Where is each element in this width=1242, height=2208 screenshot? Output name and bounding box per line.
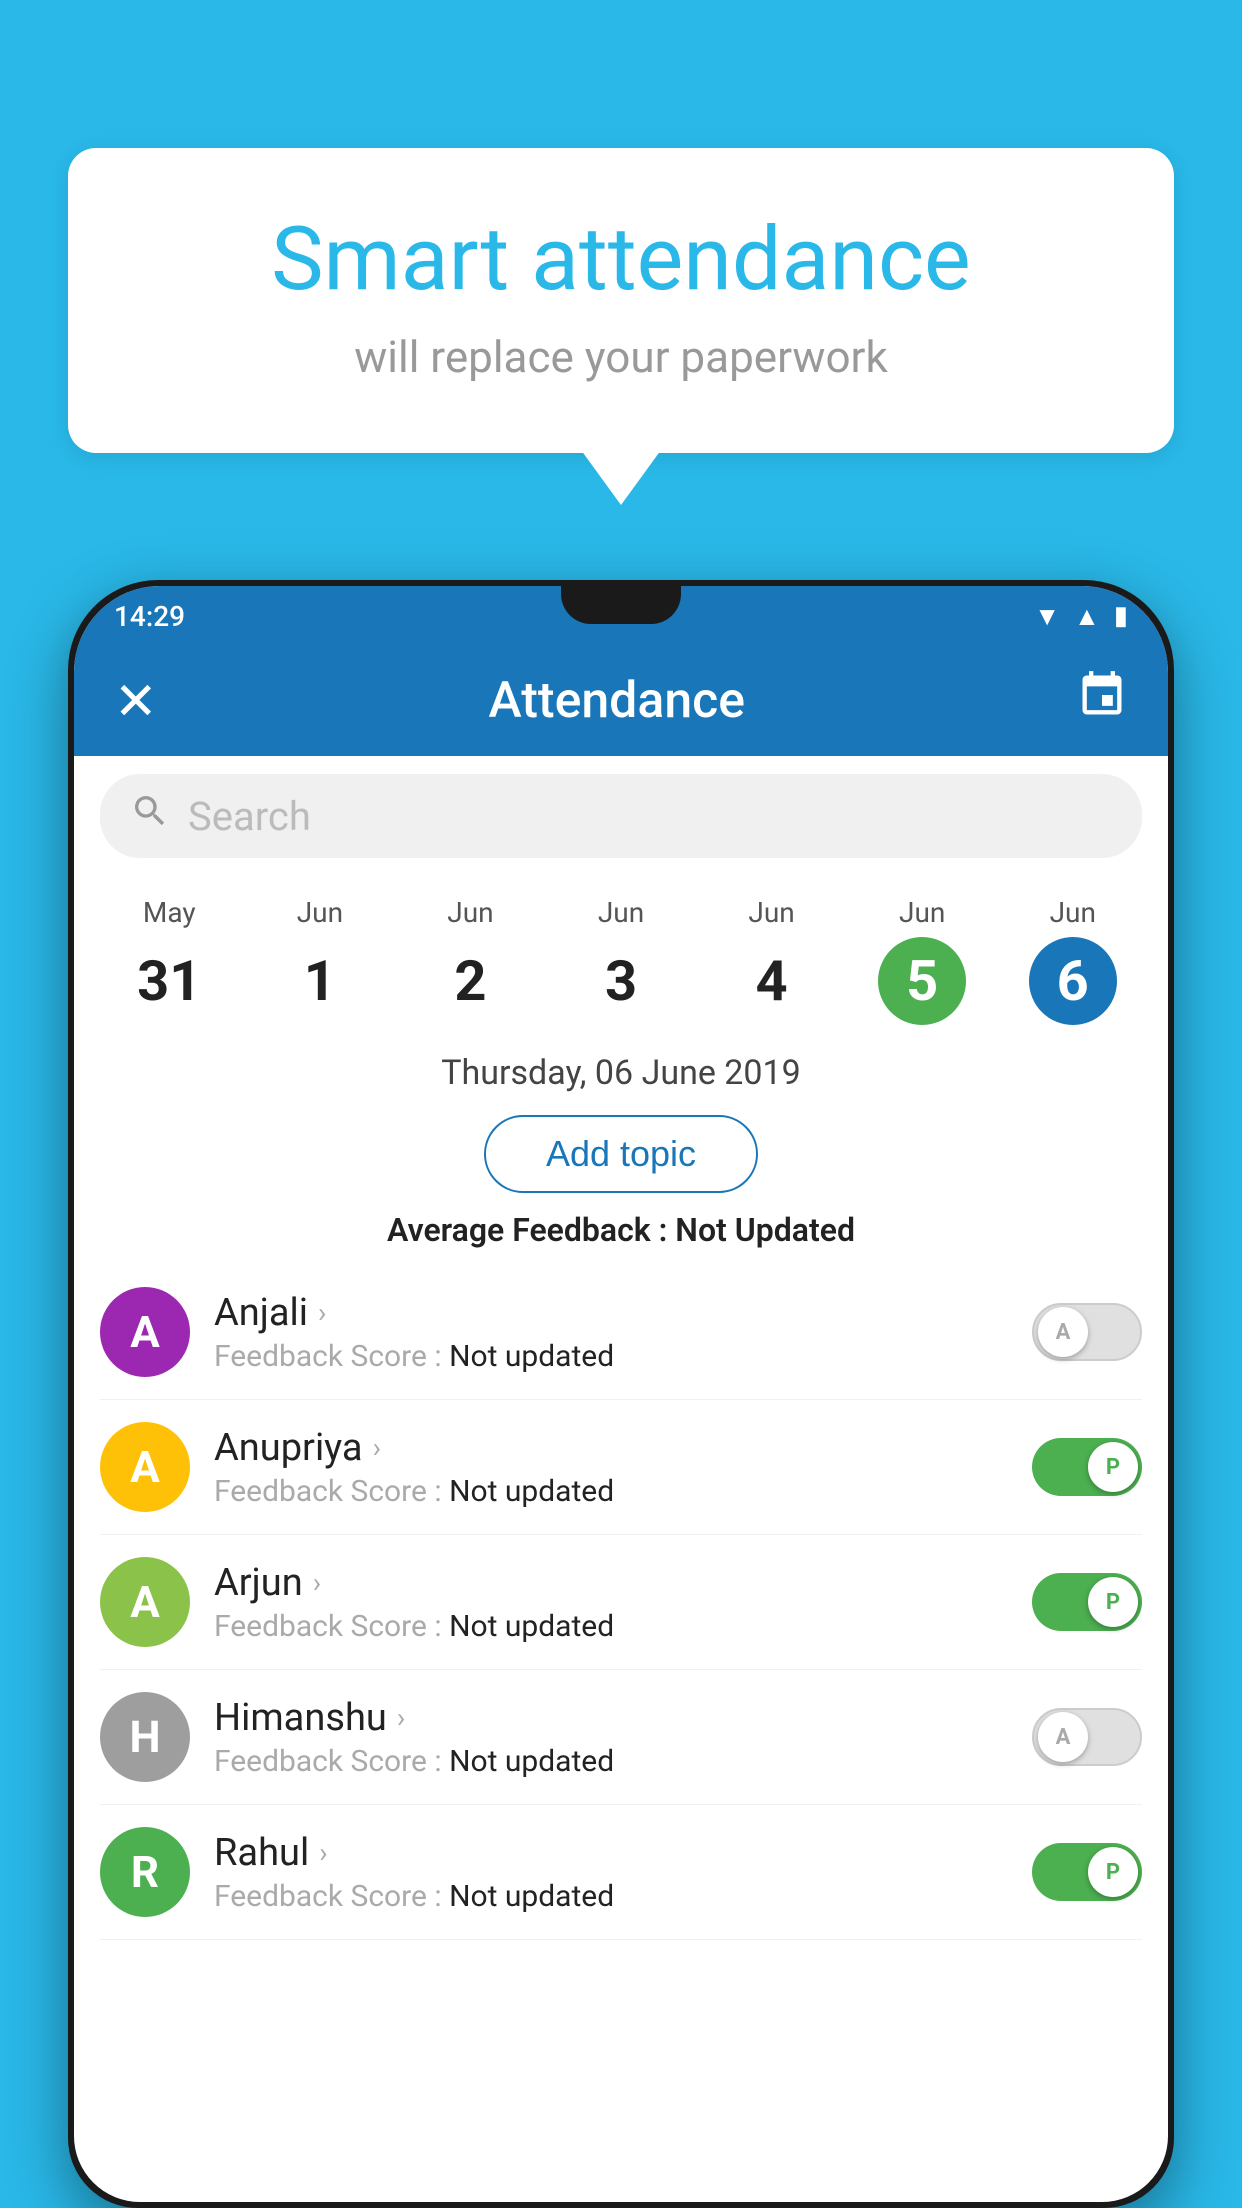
- toggle-knob-0: A: [1038, 1307, 1088, 1357]
- student-item-4[interactable]: R Rahul › Feedback Score : Not updated P: [100, 1805, 1142, 1940]
- calendar-day-2[interactable]: Jun 2: [395, 886, 546, 1035]
- student-feedback-4: Feedback Score : Not updated: [214, 1879, 1008, 1914]
- cal-month-1: Jun: [297, 896, 343, 929]
- student-avatar-2: A: [100, 1557, 190, 1647]
- bubble-title: Smart attendance: [148, 208, 1094, 311]
- bubble-subtitle: will replace your paperwork: [148, 331, 1094, 383]
- cal-month-5: Jun: [899, 896, 945, 929]
- student-feedback-3: Feedback Score : Not updated: [214, 1744, 1008, 1779]
- toggle-wrap-3[interactable]: A: [1032, 1708, 1142, 1766]
- toggle-wrap-0[interactable]: A: [1032, 1303, 1142, 1361]
- search-icon: [130, 791, 170, 841]
- student-chevron-0: ›: [318, 1296, 326, 1329]
- cal-month-3: Jun: [598, 896, 644, 929]
- student-info-0: Anjali › Feedback Score : Not updated: [190, 1291, 1032, 1374]
- student-feedback-1: Feedback Score : Not updated: [214, 1474, 1008, 1509]
- student-list: AAnjali ›Feedback Score : Not updatedAAA…: [74, 1265, 1168, 1940]
- calendar-strip: May 31 Jun 1 Jun 2 Jun 3 Jun 4 Jun 5 Jun 6: [74, 876, 1168, 1035]
- student-name-2: Arjun ›: [214, 1561, 1008, 1605]
- add-topic-container: Add topic: [74, 1103, 1168, 1207]
- toggle-knob-2: P: [1088, 1577, 1138, 1627]
- phone-inner: 14:29 ▼ ▲ ▮ ✕ Attendance S: [74, 586, 1168, 2202]
- calendar-day-0[interactable]: May 31: [94, 886, 245, 1035]
- toggle-knob-3: A: [1038, 1712, 1088, 1762]
- attendance-toggle-2[interactable]: P: [1032, 1573, 1142, 1631]
- student-info-1: Anupriya › Feedback Score : Not updated: [190, 1426, 1032, 1509]
- status-time: 14:29: [114, 600, 185, 633]
- phone-frame: 14:29 ▼ ▲ ▮ ✕ Attendance S: [68, 580, 1174, 2208]
- student-feedback-2: Feedback Score : Not updated: [214, 1609, 1008, 1644]
- close-button[interactable]: ✕: [114, 671, 158, 732]
- student-name-4: Rahul ›: [214, 1831, 1008, 1875]
- cal-date-2: 2: [426, 937, 514, 1025]
- student-chevron-4: ›: [319, 1836, 327, 1869]
- cal-date-5: 5: [878, 937, 966, 1025]
- search-bar[interactable]: Search: [100, 774, 1142, 858]
- student-item-1[interactable]: A Anupriya › Feedback Score : Not updated P: [100, 1400, 1142, 1535]
- feedback-value-3: Not updated: [449, 1744, 614, 1779]
- student-name-3: Himanshu ›: [214, 1696, 1008, 1740]
- wifi-icon: ▼: [1034, 601, 1060, 632]
- selected-date: Thursday, 06 June 2019: [74, 1035, 1168, 1103]
- avg-feedback: Average Feedback : Not Updated: [74, 1207, 1168, 1265]
- cal-date-4: 4: [728, 937, 816, 1025]
- status-icons: ▼ ▲ ▮: [1034, 601, 1128, 632]
- student-avatar-4: R: [100, 1827, 190, 1917]
- student-avatar-3: H: [100, 1692, 190, 1782]
- student-item-3[interactable]: H Himanshu › Feedback Score : Not updated A: [100, 1670, 1142, 1805]
- feedback-value-4: Not updated: [449, 1879, 614, 1914]
- student-feedback-0: Feedback Score : Not updated: [214, 1339, 1008, 1374]
- signal-icon: ▲: [1074, 601, 1100, 632]
- cal-date-1: 1: [276, 937, 364, 1025]
- app-bar-title: Attendance: [489, 672, 746, 730]
- attendance-toggle-1[interactable]: P: [1032, 1438, 1142, 1496]
- feedback-value-0: Not updated: [449, 1339, 614, 1374]
- student-name-0: Anjali ›: [214, 1291, 1008, 1335]
- calendar-day-4[interactable]: Jun 4: [696, 886, 847, 1035]
- cal-month-0: May: [143, 896, 196, 929]
- student-chevron-2: ›: [313, 1566, 321, 1599]
- toggle-knob-1: P: [1088, 1442, 1138, 1492]
- student-info-2: Arjun › Feedback Score : Not updated: [190, 1561, 1032, 1644]
- phone-notch: [561, 586, 681, 624]
- toggle-wrap-2[interactable]: P: [1032, 1573, 1142, 1631]
- status-bar: 14:29 ▼ ▲ ▮: [74, 586, 1168, 646]
- student-name-1: Anupriya ›: [214, 1426, 1008, 1470]
- toggle-knob-4: P: [1088, 1847, 1138, 1897]
- feedback-value-2: Not updated: [449, 1609, 614, 1644]
- avg-feedback-label: Average Feedback :: [387, 1211, 667, 1249]
- student-chevron-1: ›: [373, 1431, 381, 1464]
- attendance-toggle-4[interactable]: P: [1032, 1843, 1142, 1901]
- student-info-3: Himanshu › Feedback Score : Not updated: [190, 1696, 1032, 1779]
- attendance-toggle-3[interactable]: A: [1032, 1708, 1142, 1766]
- battery-icon: ▮: [1114, 601, 1128, 631]
- speech-bubble-container: Smart attendance will replace your paper…: [68, 148, 1174, 453]
- calendar-day-6[interactable]: Jun 6: [997, 886, 1148, 1035]
- toggle-wrap-4[interactable]: P: [1032, 1843, 1142, 1901]
- calendar-day-3[interactable]: Jun 3: [546, 886, 697, 1035]
- add-topic-button[interactable]: Add topic: [484, 1115, 758, 1193]
- cal-month-4: Jun: [748, 896, 794, 929]
- student-info-4: Rahul › Feedback Score : Not updated: [190, 1831, 1032, 1914]
- student-avatar-1: A: [100, 1422, 190, 1512]
- cal-month-2: Jun: [447, 896, 493, 929]
- calendar-day-1[interactable]: Jun 1: [245, 886, 396, 1035]
- cal-month-6: Jun: [1050, 896, 1096, 929]
- attendance-toggle-0[interactable]: A: [1032, 1303, 1142, 1361]
- avg-feedback-value: Not Updated: [675, 1211, 855, 1249]
- search-placeholder: Search: [188, 793, 311, 840]
- cal-date-6: 6: [1029, 937, 1117, 1025]
- calendar-day-5[interactable]: Jun 5: [847, 886, 998, 1035]
- feedback-value-1: Not updated: [449, 1474, 614, 1509]
- student-item-2[interactable]: A Arjun › Feedback Score : Not updated P: [100, 1535, 1142, 1670]
- calendar-button[interactable]: [1076, 669, 1128, 734]
- student-avatar-0: A: [100, 1287, 190, 1377]
- cal-date-0: 31: [125, 937, 213, 1025]
- toggle-wrap-1[interactable]: P: [1032, 1438, 1142, 1496]
- speech-bubble: Smart attendance will replace your paper…: [68, 148, 1174, 453]
- app-bar: ✕ Attendance: [74, 646, 1168, 756]
- student-item-0[interactable]: A Anjali › Feedback Score : Not updated A: [100, 1265, 1142, 1400]
- student-chevron-3: ›: [397, 1701, 405, 1734]
- cal-date-3: 3: [577, 937, 665, 1025]
